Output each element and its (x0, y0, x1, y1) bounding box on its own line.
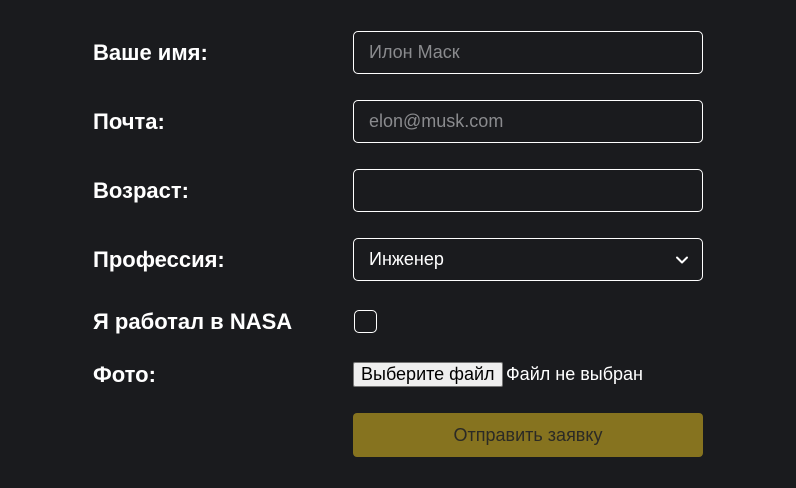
profession-select[interactable]: Инженер (353, 238, 703, 281)
choose-file-button[interactable]: Выберите файл (353, 362, 503, 387)
submit-button[interactable]: Отправить заявку (353, 413, 703, 457)
email-input[interactable]: elon@musk.com (353, 100, 703, 143)
profession-selected-value: Инженер (369, 249, 444, 269)
name-label: Ваше имя: (93, 40, 208, 65)
email-label: Почта: (93, 109, 165, 134)
photo-label: Фото: (93, 362, 156, 387)
profession-label: Профессия: (93, 247, 225, 272)
file-status-text: Файл не выбран (506, 364, 643, 384)
age-label: Возраст: (93, 178, 189, 203)
nasa-label: Я работал в NASA (93, 309, 293, 334)
nasa-checkbox[interactable] (354, 310, 377, 333)
name-input[interactable]: Илон Маск (353, 31, 703, 74)
age-input[interactable] (353, 169, 703, 212)
email-placeholder: elon@musk.com (369, 111, 504, 131)
name-placeholder: Илон Маск (369, 42, 460, 62)
chevron-down-icon (676, 256, 688, 263)
